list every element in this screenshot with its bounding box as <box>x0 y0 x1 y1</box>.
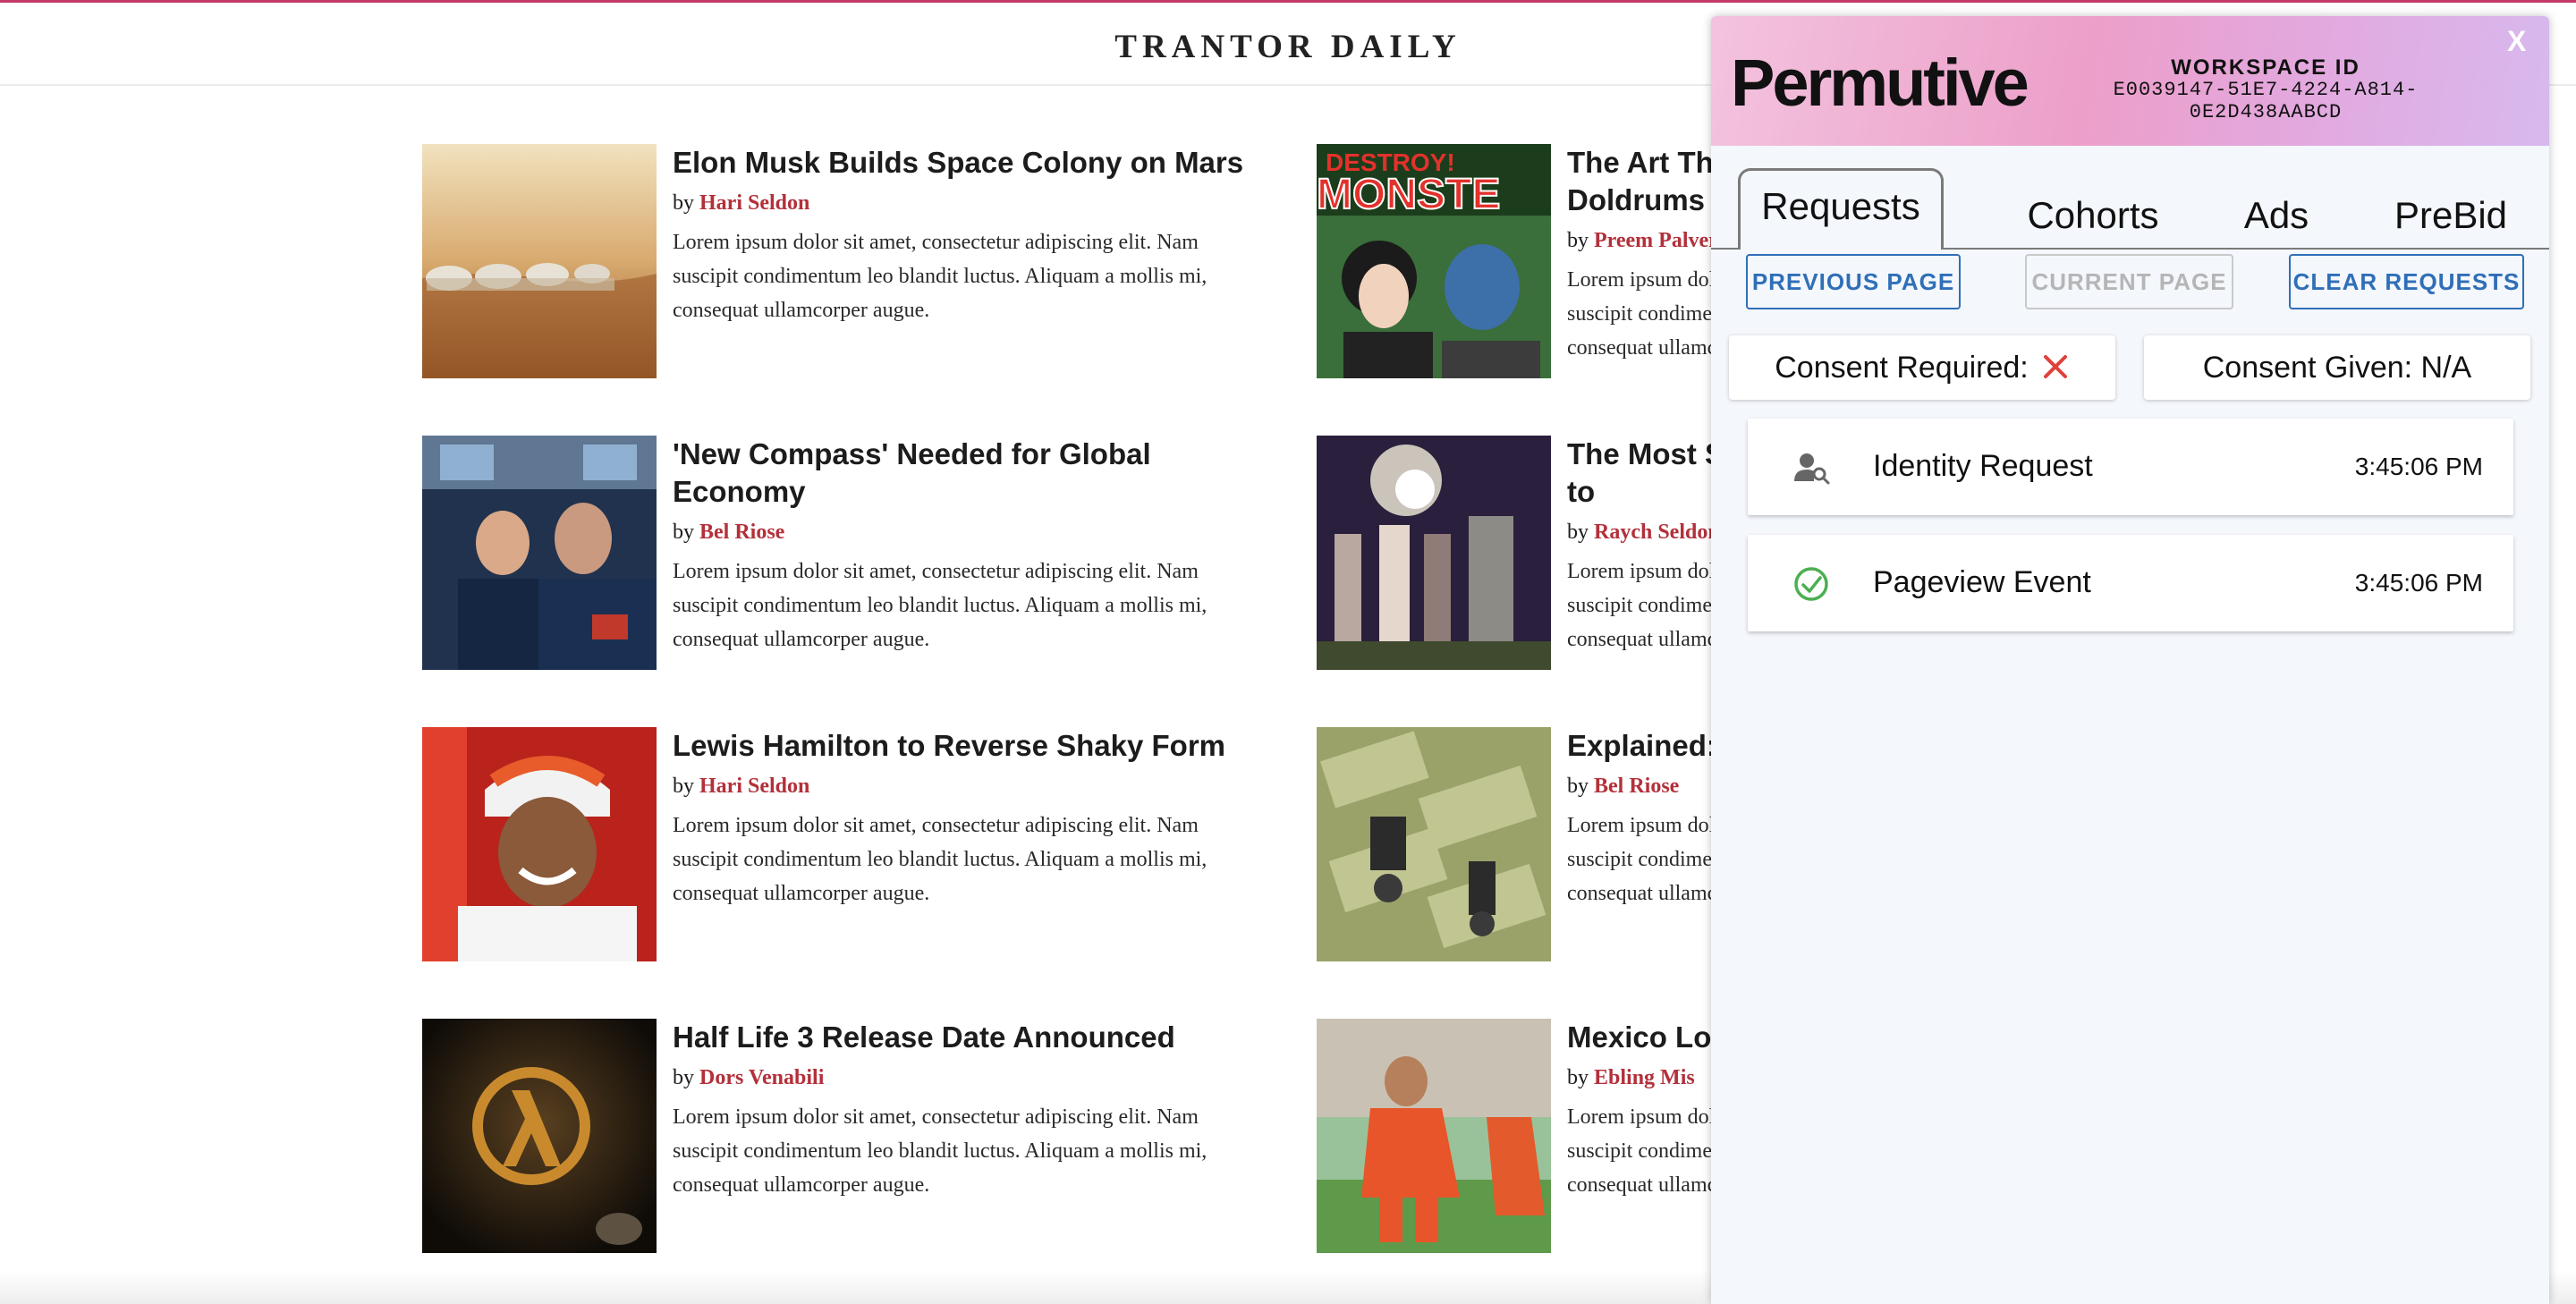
article-author[interactable]: Raych Seldon <box>1594 521 1720 544</box>
article-byline: by Hari Seldon <box>673 772 1245 800</box>
mars-colony-image <box>422 144 657 378</box>
consent-required-label: Consent Required: <box>1775 351 2029 385</box>
article-card[interactable]: Elon Musk Builds Space Colony on Mars by… <box>422 144 1243 378</box>
byline-prefix: by <box>673 521 694 544</box>
racing-driver-image <box>422 727 657 961</box>
close-panel-button[interactable]: X <box>2507 25 2526 58</box>
article-card[interactable]: 'New Compass' Needed for Global Economy … <box>422 436 1227 670</box>
article-thumbnail[interactable] <box>422 727 657 961</box>
article-thumbnail[interactable] <box>422 436 657 670</box>
tab-prebid[interactable]: PreBid <box>2366 182 2536 249</box>
consent-given-label: Consent Given: N/A <box>2202 351 2472 385</box>
consent-required-card: Consent Required: <box>1729 335 2115 400</box>
article-headline[interactable]: Lewis Hamilton to Reverse Shaky Form <box>673 727 1245 765</box>
article-headline[interactable]: Elon Musk Builds Space Colony on Mars <box>673 144 1245 182</box>
request-time: 3:45:06 PM <box>2354 569 2483 597</box>
article-headline[interactable]: 'New Compass' Needed for Global Economy <box>673 436 1245 511</box>
byline-prefix: by <box>673 191 694 215</box>
article-headline[interactable]: Half Life 3 Release Date Announced <box>673 1019 1245 1056</box>
permutive-panel: Permutive WORKSPACE ID E0039147-51E7-422… <box>1711 16 2549 1304</box>
football-match-image <box>1317 1019 1551 1253</box>
half-life-logo-image <box>422 1019 657 1253</box>
article-thumbnail[interactable] <box>1317 1019 1551 1253</box>
article-card[interactable]: Lewis Hamilton to Reverse Shaky Form by … <box>422 727 1227 961</box>
article-thumbnail[interactable] <box>422 144 657 378</box>
check-circle-icon <box>1794 567 1828 601</box>
article-byline: by Dors Venabili <box>673 1063 1245 1092</box>
article-thumbnail[interactable] <box>422 1019 657 1253</box>
festival-crowd-image <box>1317 436 1551 670</box>
article-author[interactable]: Hari Seldon <box>699 191 809 215</box>
workspace-id-value: E0039147-51E7-4224-A814-0E2D438AABCD <box>2113 79 2419 123</box>
svg-text:MONSTE: MONSTE <box>1317 171 1500 218</box>
workspace-id-label: WORKSPACE ID <box>2171 55 2360 80</box>
article-author[interactable]: Hari Seldon <box>699 775 809 798</box>
article-byline: by Hari Seldon <box>673 189 1245 217</box>
byline-prefix: by <box>1567 1066 1589 1089</box>
panel-header: Permutive WORKSPACE ID E0039147-51E7-422… <box>1711 16 2549 146</box>
article-byline: by Bel Riose <box>673 518 1245 546</box>
request-item[interactable]: Identity Request 3:45:06 PM <box>1748 419 2513 515</box>
article-author[interactable]: Ebling Mis <box>1594 1066 1695 1089</box>
request-item[interactable]: Pageview Event 3:45:06 PM <box>1748 535 2513 631</box>
byline-prefix: by <box>673 1066 694 1089</box>
byline-prefix: by <box>1567 775 1589 798</box>
money-printing-image <box>1317 727 1551 961</box>
article-author[interactable]: Dors Venabili <box>699 1066 824 1089</box>
permutive-logo: Permutive <box>1731 46 2029 120</box>
request-name: Identity Request <box>1873 449 2093 483</box>
article-thumbnail[interactable] <box>1317 436 1551 670</box>
close-icon <box>2043 355 2067 379</box>
tab-requests[interactable]: Requests <box>1738 168 1944 250</box>
tab-ads[interactable]: Ads <box>2205 182 2348 249</box>
previous-page-button[interactable]: PREVIOUS PAGE <box>1746 254 1961 309</box>
article-summary: Lorem ipsum dolor sit amet, consectetur … <box>673 1105 1208 1197</box>
article-summary: Lorem ipsum dolor sit amet, consectetur … <box>673 231 1208 322</box>
article-card[interactable]: Half Life 3 Release Date Announced by Do… <box>422 1019 1227 1253</box>
person-search-icon <box>1794 453 1830 485</box>
article-summary: Lorem ipsum dolor sit amet, consectetur … <box>673 814 1208 905</box>
article-author[interactable]: Bel Riose <box>1594 775 1679 798</box>
stock-traders-image <box>422 436 657 670</box>
panel-tabs: Requests Cohorts Ads PreBid <box>1711 168 2549 250</box>
clear-requests-button[interactable]: CLEAR REQUESTS <box>2289 254 2524 309</box>
byline-prefix: by <box>673 775 694 798</box>
article-author[interactable]: Preem Palver <box>1594 229 1718 252</box>
request-time: 3:45:06 PM <box>2354 453 2483 480</box>
current-page-button[interactable]: CURRENT PAGE <box>2025 254 2233 309</box>
article-thumbnail[interactable]: DESTROY! MONSTE <box>1317 144 1551 378</box>
tab-cohorts[interactable]: Cohorts <box>1990 182 2196 249</box>
request-name: Pageview Event <box>1873 565 2091 599</box>
comic-art-image: DESTROY! MONSTE <box>1317 144 1551 378</box>
consent-given-card: Consent Given: N/A <box>2144 335 2530 400</box>
byline-prefix: by <box>1567 229 1589 252</box>
article-author[interactable]: Bel Riose <box>699 521 784 544</box>
article-thumbnail[interactable] <box>1317 727 1551 961</box>
article-summary: Lorem ipsum dolor sit amet, consectetur … <box>673 560 1208 651</box>
byline-prefix: by <box>1567 521 1589 544</box>
